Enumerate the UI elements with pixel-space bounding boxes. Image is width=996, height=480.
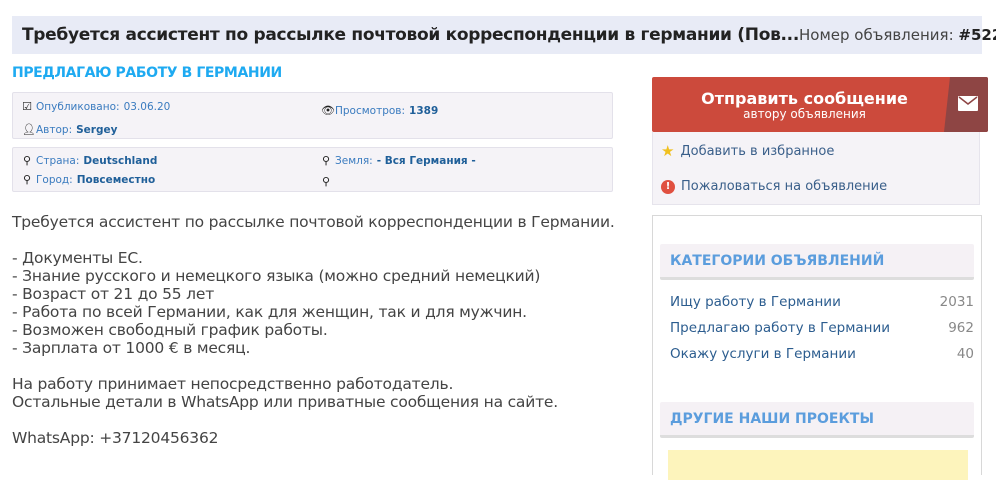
category-count: 962 (948, 320, 974, 336)
description-line: - Возможен свободный график работы. (12, 321, 328, 339)
report-link[interactable]: ! Пожаловаться на объявление (661, 179, 887, 194)
views-label: Просмотров: (335, 104, 406, 117)
category-label: Окажу услуги в Германии (670, 346, 856, 362)
land-value: - Вся Германия - (376, 154, 476, 167)
project-banner[interactable] (668, 450, 968, 480)
listing-number: Номер объявления: #5224 (799, 26, 996, 44)
description-line (12, 357, 615, 375)
send-message-button[interactable]: Отправить сообщение автору объявления (652, 77, 988, 132)
checkbox-icon: ☑ (22, 100, 32, 113)
views-info: 👁︎ Просмотров: 1389 (321, 104, 438, 117)
listing-actions: ★ Добавить в избранное ! Пожаловаться на о… (652, 132, 980, 205)
listing-number-label: Номер объявления: (799, 26, 954, 44)
map-marker-icon: ⚲ (22, 173, 32, 186)
published-info: ☑ Опубликовано: 03.06.20 (22, 100, 170, 113)
description-line (12, 231, 615, 249)
city-label: Город: (36, 173, 73, 186)
category-count: 40 (956, 346, 974, 362)
category-item[interactable]: Окажу услуги в Германии 40 (670, 346, 974, 362)
envelope-icon (944, 77, 988, 132)
description-line: На работу принимает непосредственно рабо… (12, 375, 454, 393)
projects-heading: ДРУГИЕ НАШИ ПРОЕКТЫ (660, 402, 974, 438)
views-count: 1389 (409, 104, 439, 117)
description-line: Требуется ассистент по рассылке почтовой… (12, 213, 615, 231)
land-label: Земля: (335, 154, 373, 167)
add-favorite-label: Добавить в избранное (680, 143, 835, 159)
description-line: - Документы ЕС. (12, 249, 143, 267)
star-plus-icon: ★ (661, 142, 675, 160)
send-message-title: Отправить сообщение (701, 89, 908, 108)
location-box: ⚲ Страна: Deutschland ⚲ Город: Повсеместно ⚲… (12, 147, 613, 192)
listing-title: Требуется ассистент по рассылке почтовой… (22, 25, 799, 45)
description-line: - Возраст от 21 до 55 лет (12, 285, 215, 303)
category-item[interactable]: Предлагаю работу в Германии 962 (670, 320, 974, 336)
user-icon: 👤︎ (22, 123, 36, 136)
add-favorite-link[interactable]: ★ Добавить в избранное (661, 142, 834, 160)
map-marker-icon: ⚲ (321, 175, 331, 188)
sidebar: КАТЕГОРИИ ОБЪЯВЛЕНИЙ Ищу работу в Герман… (652, 215, 982, 480)
description-line: - Знание русского и немецкого языка (мож… (12, 267, 541, 285)
author-info: 👤︎ Автор: Sergey (22, 123, 117, 136)
category-link[interactable]: ПРЕДЛАГАЮ РАБОТУ В ГЕРМАНИИ (12, 65, 282, 81)
map-marker-icon: ⚲ (22, 154, 32, 167)
land-info: ⚲ Земля: - Вся Германия - (321, 154, 476, 167)
category-count: 2031 (939, 294, 974, 310)
description-line: WhatsApp: +37120456362 (12, 429, 219, 447)
description-line: Остальные детали в WhatsApp или приватны… (12, 393, 558, 411)
report-label: Пожаловаться на объявление (681, 179, 888, 194)
eye-icon: 👁︎ (321, 104, 335, 117)
description-line: - Работа по всей Германии, как для женщи… (12, 303, 527, 321)
category-item[interactable]: Ищу работу в Германии 2031 (670, 294, 974, 310)
category-label: Предлагаю работу в Германии (670, 320, 891, 336)
country-value: Deutschland (83, 154, 158, 167)
map-marker-icon: ⚲ (321, 154, 331, 167)
author-name[interactable]: Sergey (76, 124, 117, 136)
send-message-subtitle: автору объявления (743, 107, 866, 121)
description-line: - Зарплата от 1000 € в месяц. (12, 339, 251, 357)
published-date: 03.06.20 (123, 100, 171, 113)
listing-description: Требуется ассистент по рассылке почтовой… (12, 213, 615, 447)
categories-heading: КАТЕГОРИИ ОБЪЯВЛЕНИЙ (660, 244, 974, 280)
listing-number-value: #5224 (958, 26, 996, 44)
extra-location: ⚲ (321, 175, 331, 188)
meta-box: ☑ Опубликовано: 03.06.20 👤︎ Автор: Sergey 👁︎… (12, 92, 613, 139)
category-label: Ищу работу в Германии (670, 294, 841, 310)
country-info: ⚲ Страна: Deutschland (22, 154, 157, 167)
description-line (12, 411, 615, 429)
warning-icon: ! (661, 179, 675, 194)
city-value: Повсеместно (76, 173, 156, 186)
country-label: Страна: (36, 154, 80, 167)
published-label: Опубликовано: (36, 100, 120, 113)
author-label: Автор: (36, 123, 73, 136)
listing-header: Требуется ассистент по рассылке почтовой… (12, 16, 996, 54)
city-info: ⚲ Город: Повсеместно (22, 173, 155, 186)
